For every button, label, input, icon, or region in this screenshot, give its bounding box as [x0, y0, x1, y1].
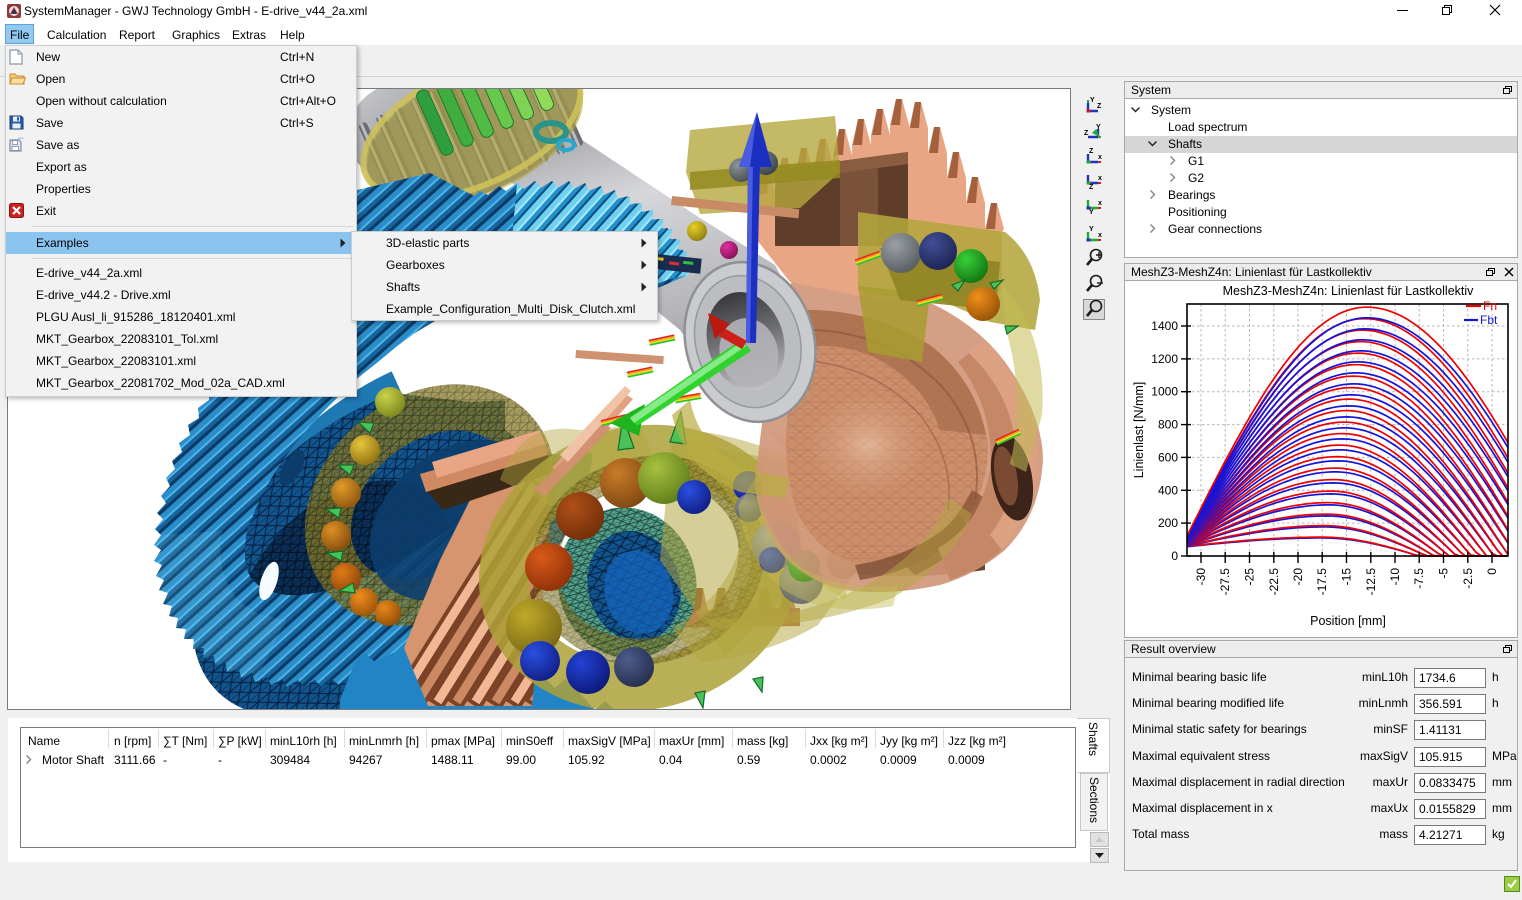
svg-text:-17.5: -17.5 — [1315, 568, 1329, 596]
svg-text:x: x — [1098, 232, 1102, 239]
svg-text:-12.5: -12.5 — [1364, 568, 1378, 596]
svg-text:Z: Z — [1089, 148, 1094, 155]
svg-text:Z: Z — [1089, 184, 1094, 190]
svg-text:-10: -10 — [1388, 568, 1402, 586]
svg-text:Y: Y — [1089, 209, 1094, 215]
svg-text:800: 800 — [1158, 418, 1178, 432]
svg-text:600: 600 — [1158, 450, 1178, 464]
svg-text:0: 0 — [1171, 549, 1178, 563]
svg-text:1400: 1400 — [1151, 319, 1178, 333]
svg-text:-20: -20 — [1291, 568, 1305, 586]
svg-text:1000: 1000 — [1151, 385, 1178, 399]
svg-text:1200: 1200 — [1151, 352, 1178, 366]
svg-text:Y: Y — [1089, 226, 1094, 233]
svg-text:x: x — [1098, 200, 1102, 207]
svg-text:Fbt: Fbt — [1480, 313, 1498, 327]
svg-text:x: x — [1098, 175, 1102, 182]
svg-text:Z: Z — [1084, 130, 1089, 137]
svg-text:-2.5: -2.5 — [1461, 568, 1475, 589]
svg-text:-25: -25 — [1243, 568, 1257, 586]
svg-text:x: x — [1098, 154, 1102, 161]
svg-text:Linienlast [N/mm]: Linienlast [N/mm] — [1132, 382, 1146, 479]
svg-text:200: 200 — [1158, 516, 1178, 530]
svg-text:Position [mm]: Position [mm] — [1310, 614, 1386, 628]
svg-text:Fn: Fn — [1483, 299, 1497, 313]
svg-text:400: 400 — [1158, 483, 1178, 497]
svg-text:-22.5: -22.5 — [1267, 568, 1281, 596]
svg-text:-27.5: -27.5 — [1218, 568, 1232, 596]
svg-text:-7.5: -7.5 — [1412, 568, 1426, 589]
svg-text:Z: Z — [1097, 103, 1102, 110]
svg-text:Y: Y — [1090, 97, 1095, 104]
svg-text:-15: -15 — [1340, 568, 1354, 586]
svg-text:-5: -5 — [1437, 568, 1451, 579]
svg-text:0: 0 — [1485, 568, 1499, 575]
svg-text:MeshZ3-MeshZ4n: Linienlast für: MeshZ3-MeshZ4n: Linienlast für Lastkolle… — [1223, 284, 1475, 298]
svg-text:-30: -30 — [1194, 568, 1208, 586]
